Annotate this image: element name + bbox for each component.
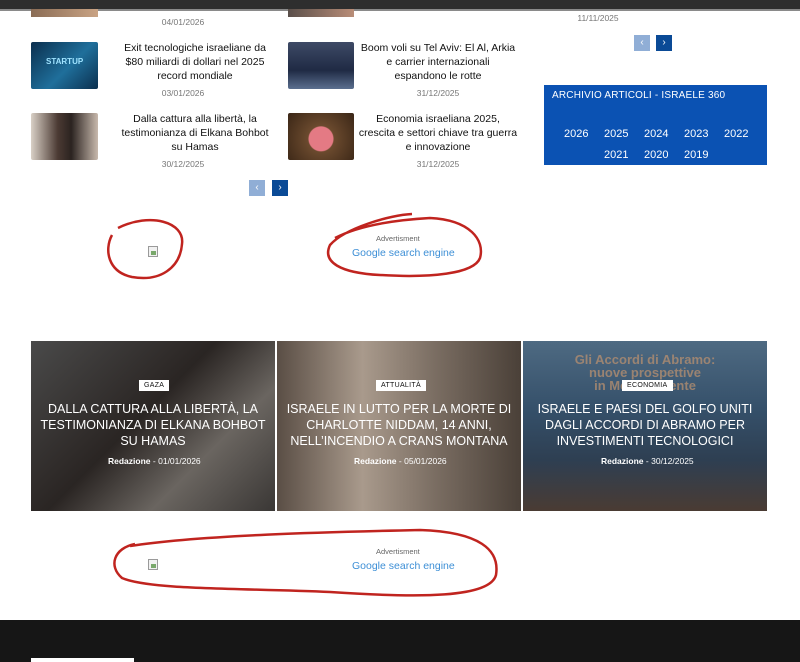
archive-year-link[interactable]: 2021 (604, 149, 628, 161)
sidebar-pager-prev-button[interactable]: ‹ (634, 35, 650, 51)
card-title: ISRAELE E PAESI DEL GOLFO UNITI DAGLI AC… (537, 402, 753, 448)
ad-label: Advertisment (376, 234, 420, 243)
card-date: 01/01/2026 (158, 456, 201, 466)
partial-thumb-left[interactable] (31, 9, 98, 17)
article-date: 30/12/2025 (161, 159, 205, 169)
card-date: 05/01/2026 (404, 456, 447, 466)
article-date: 31/12/2025 (416, 88, 460, 98)
archive-year-link[interactable]: 2023 (684, 128, 708, 140)
category-badge[interactable]: ECONOMIA (622, 380, 673, 391)
archive-year-link[interactable]: 2020 (644, 149, 668, 161)
card-meta: Redazione - 01/01/2026 (108, 456, 201, 466)
annotation-circle (107, 218, 184, 280)
article-date: 11/11/2025 (577, 13, 619, 23)
archive-year-link[interactable]: 2024 (644, 128, 668, 140)
archive-year-link[interactable]: 2026 (564, 128, 588, 140)
article-title[interactable]: Boom voli su Tel Aviv: El Al, Arkia e ca… (356, 41, 520, 83)
ad-link[interactable]: Google search engine (352, 247, 455, 259)
partial-thumb-right[interactable] (288, 9, 354, 17)
broken-image-icon[interactable] (148, 246, 158, 257)
archive-year-link[interactable]: 2025 (604, 128, 628, 140)
airplane-cabin-image[interactable] (288, 42, 354, 89)
card-date: 30/12/2025 (651, 456, 694, 466)
footer-logo[interactable] (31, 658, 134, 662)
author-name[interactable]: Redazione (108, 456, 151, 466)
startup-image[interactable]: STARTUP (31, 42, 98, 89)
card-title: DALLA CATTURA ALLA LIBERTÀ, LA TESTIMONI… (40, 402, 266, 448)
featured-card[interactable]: GAZA DALLA CATTURA ALLA LIBERTÀ, LA TEST… (31, 341, 275, 511)
card-meta: Redazione - 30/12/2025 (601, 456, 694, 466)
ad-link[interactable]: Google search engine (352, 560, 455, 572)
archive-year-link[interactable]: 2022 (724, 128, 748, 140)
broken-image-icon[interactable] (148, 559, 158, 570)
pager-next-button[interactable]: › (272, 180, 288, 196)
author-name[interactable]: Redazione (601, 456, 644, 466)
pager-prev-button[interactable]: ‹ (249, 180, 265, 196)
annotation-circle (327, 212, 483, 278)
archive-title: ARCHIVIO ARTICOLI - ISRAELE 360 (552, 90, 726, 101)
article-title[interactable]: Dalla cattura alla libertà, la testimoni… (110, 112, 280, 154)
featured-card[interactable]: ATTUALITÀ ISRAELE IN LUTTO PER LA MORTE … (277, 341, 521, 511)
meta-separator: - (398, 456, 402, 466)
sidebar-pager-next-button[interactable]: › (656, 35, 672, 51)
article-date: 04/01/2026 (161, 17, 205, 27)
article-date: 03/01/2026 (161, 88, 205, 98)
featured-card[interactable]: Gli Accordi di Abramo: nuove prospettive… (523, 341, 767, 511)
ad-label: Advertisment (376, 547, 420, 556)
piggy-bank-image[interactable] (288, 113, 354, 160)
article-title[interactable]: Exit tecnologiche israeliane da $80 mili… (110, 41, 280, 83)
archive-year-link[interactable]: 2019 (684, 149, 708, 161)
meta-separator: - (152, 456, 156, 466)
meta-separator: - (645, 456, 649, 466)
article-date: 31/12/2025 (416, 159, 460, 169)
top-divider (0, 9, 800, 11)
category-badge[interactable]: ATTUALITÀ (376, 380, 426, 391)
site-footer (0, 620, 800, 662)
category-badge[interactable]: GAZA (139, 380, 170, 391)
article-title[interactable]: Economia israeliana 2025, crescita e set… (356, 112, 520, 154)
author-name[interactable]: Redazione (354, 456, 397, 466)
hostage-reunion-image[interactable] (31, 113, 98, 160)
card-meta: Redazione - 05/01/2026 (354, 456, 447, 466)
card-title: ISRAELE IN LUTTO PER LA MORTE DI CHARLOT… (286, 402, 512, 448)
